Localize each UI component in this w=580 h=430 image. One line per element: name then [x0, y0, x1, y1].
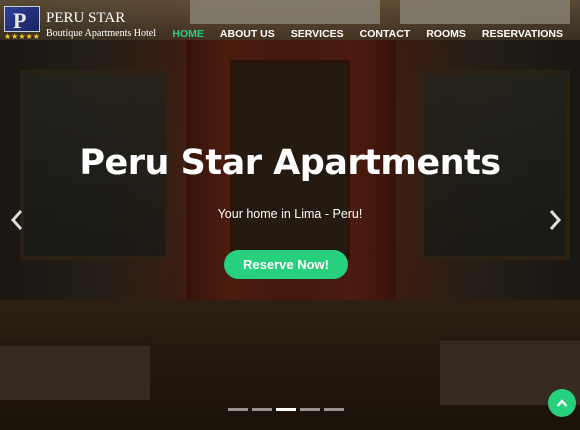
chevron-left-icon [10, 210, 23, 230]
hero-subtitle: Your home in Lima - Peru! [217, 207, 363, 221]
logo-letter: P [13, 8, 27, 33]
nav-home[interactable]: HOME [164, 28, 212, 40]
carousel-indicator-2[interactable] [252, 408, 272, 411]
back-to-top-button[interactable] [548, 389, 576, 417]
nav-contact[interactable]: CONTACT [352, 28, 419, 40]
star-rating: ★★★★★ [4, 32, 40, 41]
carousel-indicator-1[interactable] [228, 408, 248, 411]
nav-reservations[interactable]: RESERVATIONS [474, 28, 571, 40]
logo-mark-icon: P [4, 6, 40, 33]
logo-name: PERU STAR [46, 10, 126, 26]
site-logo[interactable]: P ★★★★★ PERU STAR Boutique Apartments Ho… [4, 6, 164, 41]
main-nav: HOME ABOUT US SERVICES CONTACT ROOMS RES… [164, 28, 571, 40]
hero-title: Peru Star Apartments [79, 143, 501, 183]
nav-services[interactable]: SERVICES [283, 28, 352, 40]
carousel-next-button[interactable] [544, 207, 566, 233]
carousel-indicator-5[interactable] [324, 408, 344, 411]
chevron-right-icon [549, 210, 562, 230]
nav-rooms[interactable]: ROOMS [418, 28, 474, 40]
reserve-now-button[interactable]: Reserve Now! [224, 250, 348, 279]
carousel-indicator-4[interactable] [300, 408, 320, 411]
carousel-indicator-3[interactable] [276, 408, 296, 411]
chevron-up-icon [556, 399, 568, 407]
carousel-prev-button[interactable] [6, 207, 28, 233]
carousel-indicators [228, 408, 344, 411]
logo-tagline: Boutique Apartments Hotel [46, 28, 156, 39]
nav-about-us[interactable]: ABOUT US [212, 28, 283, 40]
